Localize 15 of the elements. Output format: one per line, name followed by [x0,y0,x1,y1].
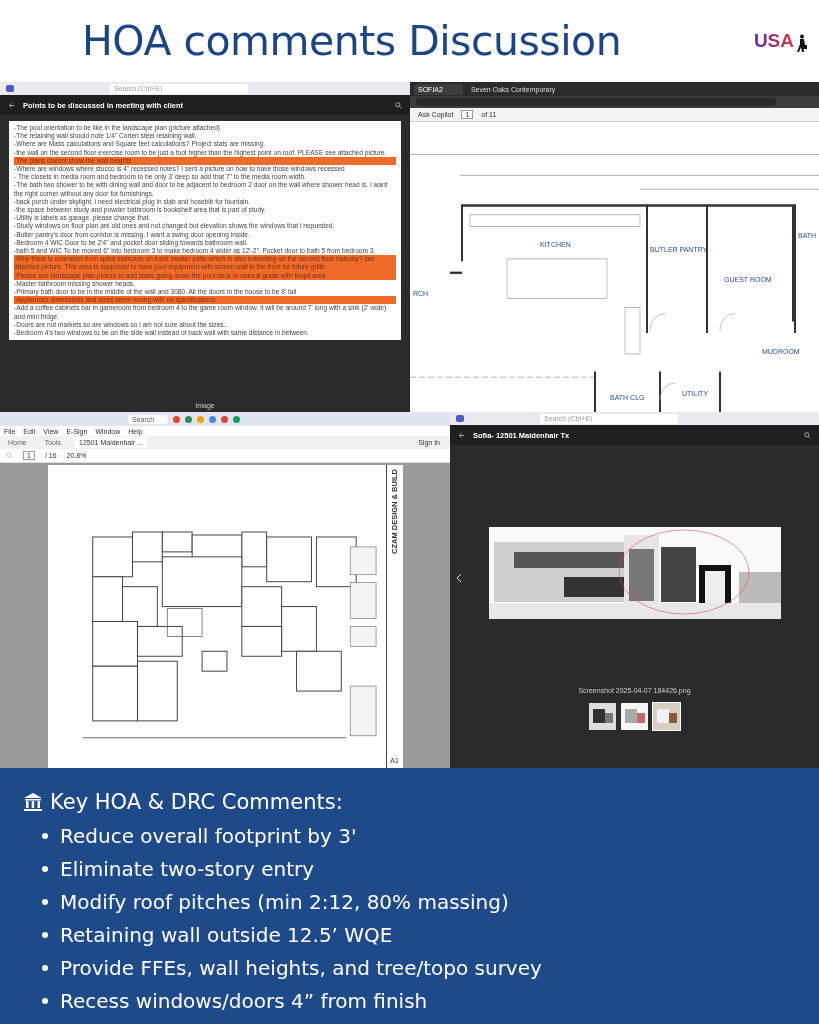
room-label: RCH [413,288,429,299]
comment-item: Modify roof pitches (min 2:12, 80% massing) [60,889,509,914]
room-label: UTILITY [682,388,709,398]
section-heading: Key HOA & DRC Comments: [50,790,343,814]
room-label: GUEST ROOM [724,274,772,285]
room-label: KITCHEN [540,239,571,250]
page-title: HOA comments Discussion [82,17,622,65]
room-label: MUDROOM [762,346,800,357]
comment-item: Retaining wall outside 12.5’ WQE [60,922,393,947]
room-label: BATH [798,230,817,241]
comment-item: Recess windows/doors 4” from finish [60,988,428,1013]
comment-item: Eliminate two-story entry [60,856,315,881]
comment-item: Provide FFEs, wall heights, and tree/topo survey [60,955,542,980]
room-label: BATH CLG [610,392,645,403]
comment-item: Reduce overall footprint by 3' [60,823,357,848]
